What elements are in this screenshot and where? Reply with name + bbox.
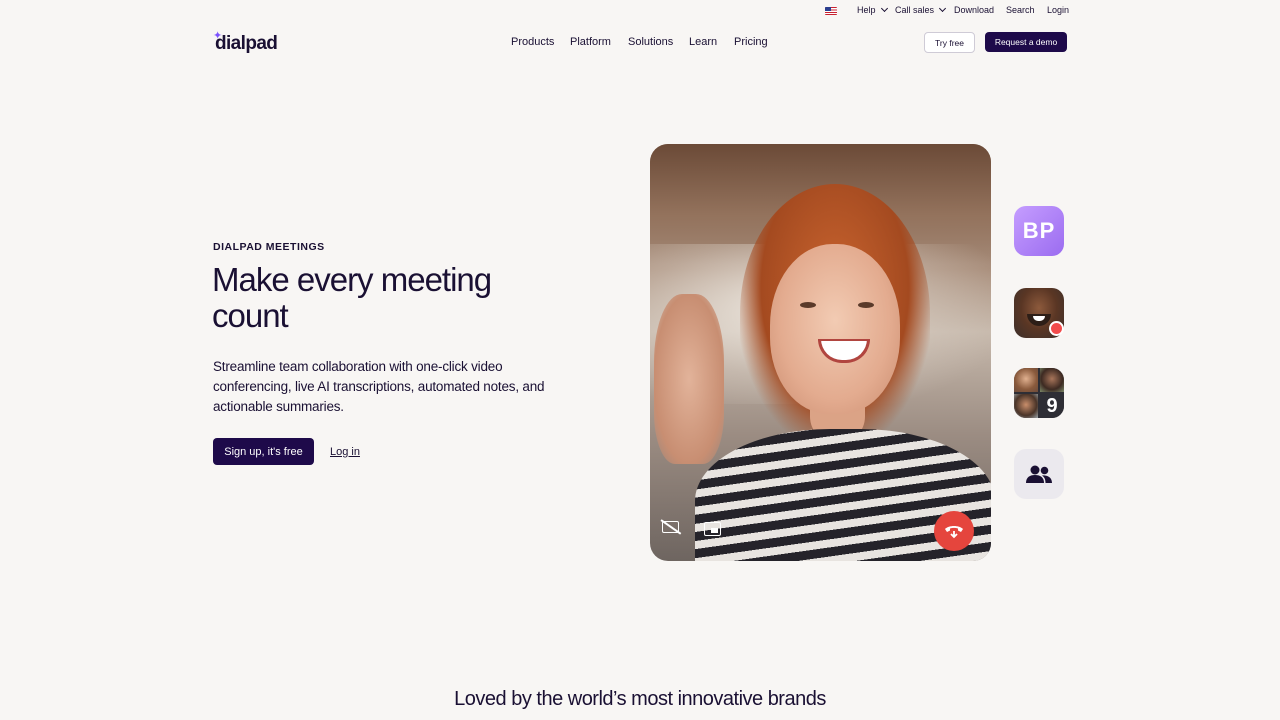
nav-learn[interactable]: Learn: [689, 36, 717, 48]
participants-button[interactable]: [1014, 449, 1064, 499]
utility-bar: Help Call sales Download Search Login: [0, 0, 1280, 22]
participant-eye: [858, 302, 874, 308]
nav-pricing[interactable]: Pricing: [734, 36, 768, 48]
hang-up-icon[interactable]: [934, 511, 974, 551]
group-count: 9: [1040, 394, 1064, 418]
chevron-down-icon: [938, 4, 947, 13]
recording-indicator: [1049, 321, 1064, 336]
nav-platform[interactable]: Platform: [570, 36, 611, 48]
request-demo-button[interactable]: Request a demo: [985, 32, 1067, 52]
video-call-preview: [650, 144, 991, 561]
camera-off-icon[interactable]: [662, 521, 679, 533]
brands-tagline: Loved by the world’s most innovative bra…: [454, 688, 826, 710]
call-sales-label: Call sales: [895, 5, 935, 15]
try-free-button[interactable]: Try free: [924, 32, 975, 53]
group-member-avatar: [1014, 394, 1038, 418]
participant-tile-group[interactable]: 9: [1014, 368, 1064, 418]
search-link[interactable]: Search: [1006, 5, 1035, 15]
call-sales-menu[interactable]: Call sales: [895, 4, 947, 15]
signup-button[interactable]: Sign up, it's free: [213, 438, 314, 465]
sparkle-icon: ✦: [213, 30, 223, 42]
download-link[interactable]: Download: [954, 5, 994, 15]
dialpad-logo[interactable]: ✦ dialpad: [213, 30, 278, 55]
picture-in-picture-icon[interactable]: [704, 522, 721, 536]
logo-text: dialpad: [215, 33, 278, 54]
waving-hand: [654, 294, 724, 464]
participant-tile-initials[interactable]: BP: [1014, 206, 1064, 256]
hero-headline: Make every meeting count: [212, 261, 492, 334]
hero-login-link[interactable]: Log in: [330, 446, 360, 458]
group-member-avatar: [1040, 368, 1064, 392]
participant-face: [770, 244, 900, 414]
help-menu[interactable]: Help: [857, 4, 888, 15]
login-link[interactable]: Login: [1047, 5, 1069, 15]
phone-down-icon: [945, 526, 963, 539]
group-member-avatar: [1014, 368, 1038, 392]
hero-eyebrow: DIALPAD MEETINGS: [213, 241, 325, 253]
people-icon: [1026, 465, 1052, 483]
nav-products[interactable]: Products: [511, 36, 554, 48]
chevron-down-icon: [880, 4, 888, 13]
nav-solutions[interactable]: Solutions: [628, 36, 673, 48]
hero-description: Streamline team collaboration with one-c…: [213, 359, 545, 414]
help-label: Help: [857, 5, 876, 15]
participant-eye: [800, 302, 816, 308]
us-flag-icon[interactable]: [825, 7, 837, 15]
